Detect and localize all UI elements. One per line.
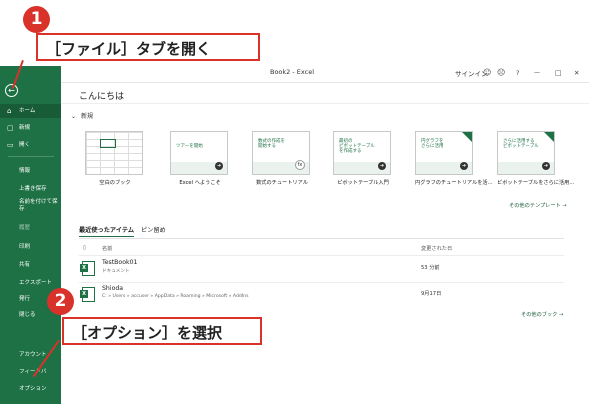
sidebar-item-open[interactable]: ▭ 開く [0,138,61,152]
new-section-label: 新規 [81,113,94,120]
tab-recent[interactable]: 最近使ったアイテム [79,225,135,237]
chevron-down-icon: ⌄ [71,113,77,120]
callout-text: ［ファイル］タブを開く [46,40,212,58]
template-thumbnail: ツアーを開始 ➜ [170,131,228,175]
sidebar-item-print[interactable]: 印刷 [0,240,61,254]
arrow-right-icon: ➜ [460,162,468,170]
excel-backstage-screenshot: Book2 - Excel サインイン ☺ ☹ ? — □ ✕ ← ⌂ ホーム … [0,0,589,404]
greeting-band [61,83,589,104]
file-date: 9月17日 [421,291,442,297]
excel-file-icon: X [80,261,95,276]
template-label: 数式のチュートリアル [256,180,308,186]
template-formula-tutorial[interactable]: 数式の作成を 開始する fx 数式のチュートリアル [252,131,312,186]
template-thumbnail [85,131,143,175]
callout-box: ［オプション］を選択 [62,317,262,345]
file-date: 53 分前 [421,265,440,271]
template-pivot-more[interactable]: さらに活用する ピボットテーブル ➜ ピボットテーブルをさらに活用... [497,131,575,186]
new-file-icon: ▢ [7,124,14,132]
sidebar-item-label: ホーム [19,108,36,114]
template-thumb-text: ツアーを開始 [176,144,203,149]
template-label: 円グラフのチュートリアルを活... [415,180,493,186]
template-label: 空白のブック [99,180,131,186]
row-divider [79,255,564,256]
new-section-header[interactable]: ⌄ 新規 [71,111,93,120]
thumb-corner [462,132,472,142]
sidebar-item-feedback[interactable]: フィードバ [0,365,61,379]
template-thumbnail: 最初の ピボットテーブル を作成する ➜ [333,131,391,175]
minimize-icon[interactable]: — [534,67,540,79]
column-date-header[interactable]: 変更された日 [421,245,452,252]
selected-cell [100,139,116,148]
excel-file-icon: X [80,287,95,302]
close-icon[interactable]: ✕ [574,67,579,79]
sidebar-item-info[interactable]: 情報 [0,164,61,178]
emoji-frown-icon[interactable]: ☹ [497,67,505,79]
column-name-header[interactable]: 名前 [102,245,112,252]
sidebar-item-history: 履歴 [19,225,31,231]
file-type-icon-header: ▯ [83,245,86,251]
greeting-heading: こんにちは [79,92,125,102]
step-badge: 1 [23,6,50,33]
file-name: Shioda [102,285,124,292]
folder-open-icon: ▭ [7,141,14,149]
sidebar-item-save[interactable]: 上書き保存 [0,182,61,196]
backstage-sidebar: ← ⌂ ホーム ▢ 新規 ▭ 開く 情報 上書き保存 名前を付けて保 存 履歴 … [0,66,61,404]
file-path: ドキュメント [102,269,130,274]
more-templates-link[interactable]: その他のテンプレート → [509,202,567,209]
template-thumb-text: さらに活用する ピボットテーブル [503,139,539,149]
template-label: ピボットテーブルをさらに活用... [497,180,575,186]
template-label: Excel へようこそ [179,180,221,186]
template-thumbnail: さらに活用する ピボットテーブル ➜ [497,131,555,175]
sidebar-item-options[interactable]: オプション [0,382,61,396]
sidebar-item-label: 開く [19,142,31,148]
template-thumb-text: 最初の ピボットテーブル を作成する [339,139,375,154]
arrow-right-icon: ➜ [542,162,550,170]
window-title: Book2 - Excel [270,68,315,76]
template-pivot-intro[interactable]: 最初の ピボットテーブル を作成する ➜ ピボットテーブル入門 [333,131,393,186]
row-divider [79,282,564,283]
template-thumbnail: 円グラフを さらに活用 ➜ [415,131,473,175]
sidebar-item-export[interactable]: エクスポート [0,276,61,290]
sidebar-item-share[interactable]: 共有 [0,258,61,272]
arrow-right-icon: ➜ [215,162,223,170]
step-badge: 2 [47,288,74,315]
sidebar-item-label: 新規 [19,125,31,131]
template-thumb-text: 数式の作成を 開始する [258,139,285,149]
template-welcome[interactable]: ツアーを開始 ➜ Excel へようこそ [170,131,230,186]
thumb-corner [544,132,554,142]
callout-box: ［ファイル］タブを開く [36,33,260,61]
template-blank-workbook[interactable]: 空白のブック [85,131,145,186]
recent-file-row[interactable]: X TestBook01 ドキュメント 53 分前 [79,258,564,282]
sidebar-item-save-as[interactable]: 名前を付けて保 存 [0,198,61,214]
help-icon[interactable]: ? [516,67,519,79]
file-name: TestBook01 [102,259,138,266]
home-icon: ⌂ [7,107,12,115]
sidebar-item-home[interactable]: ⌂ ホーム [0,104,61,118]
sidebar-divider [8,156,54,157]
file-path: C: » Users » accuser » AppData » Roaming… [102,294,249,299]
recent-file-row[interactable]: X Shioda C: » Users » accuser » AppData … [79,284,564,308]
tab-pinned[interactable]: ピン留め [141,225,166,234]
tabs-divider [79,238,564,239]
fx-icon: fx [295,160,305,170]
template-thumbnail: 数式の作成を 開始する fx [252,131,310,175]
sidebar-item-new[interactable]: ▢ 新規 [0,121,61,135]
template-pie-chart[interactable]: 円グラフを さらに活用 ➜ 円グラフのチュートリアルを活... [415,131,493,186]
title-bar: Book2 - Excel サインイン ☺ ☹ ? — □ ✕ [0,66,589,83]
template-thumb-text: 円グラフを さらに活用 [421,139,444,149]
backstage-main: こんにちは ⌄ 新規 空白のブック ツアーを開始 ➜ Excel へようこそ 数式… [61,83,589,404]
more-books-link[interactable]: その他のブック → [521,311,563,318]
template-label: ピボットテーブル入門 [337,180,389,186]
emoji-smile-icon[interactable]: ☺ [483,67,491,79]
maximize-icon[interactable]: □ [555,67,562,79]
arrow-right-icon: ➜ [378,162,386,170]
callout-text: ［オプション］を選択 [72,324,223,342]
